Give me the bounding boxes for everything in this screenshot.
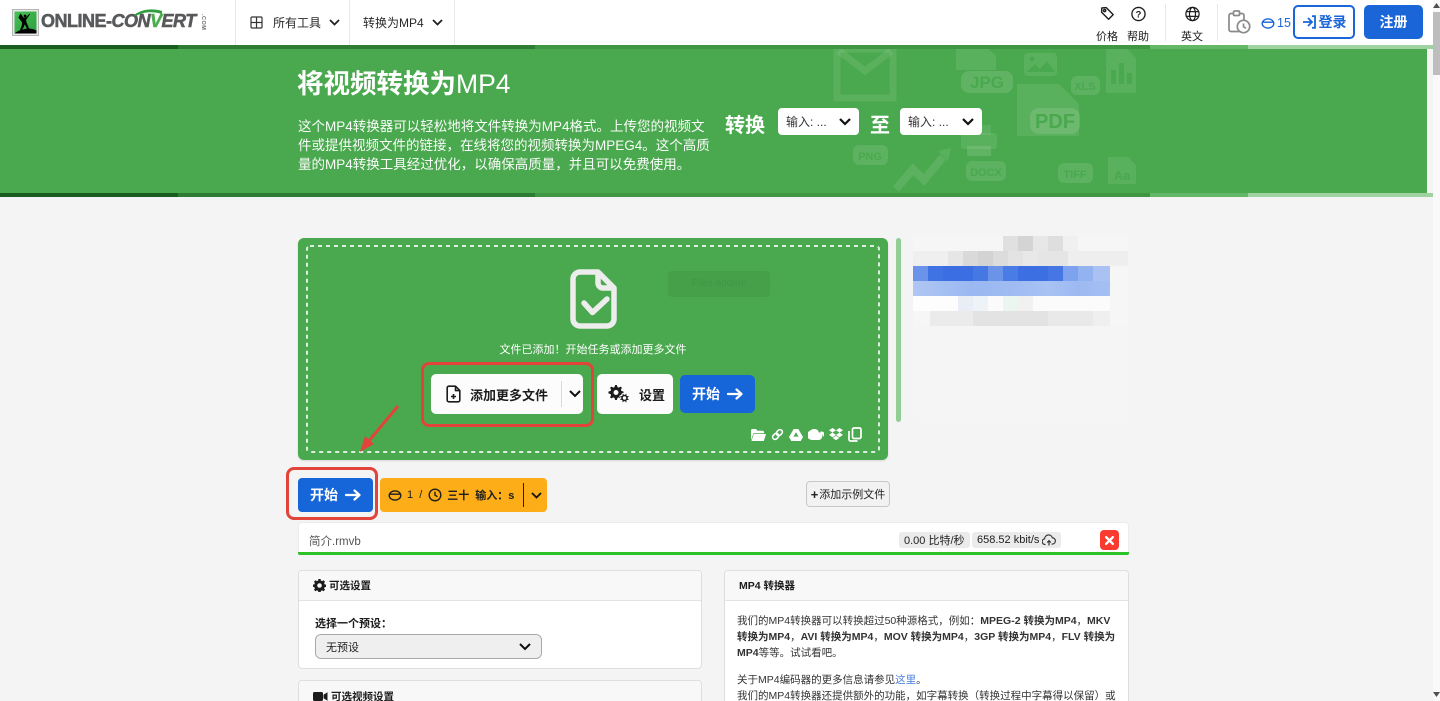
svg-text:JPG: JPG (970, 73, 1004, 92)
svg-text:TIFF: TIFF (1063, 169, 1086, 181)
svg-text:Aa: Aa (1114, 168, 1131, 183)
svg-text:XLS: XLS (1074, 81, 1095, 93)
svg-text:DOCX: DOCX (970, 167, 1002, 179)
svg-text:?: ? (1135, 8, 1141, 19)
svg-text:PNG: PNG (858, 151, 882, 163)
svg-text:PDF: PDF (1035, 111, 1075, 133)
